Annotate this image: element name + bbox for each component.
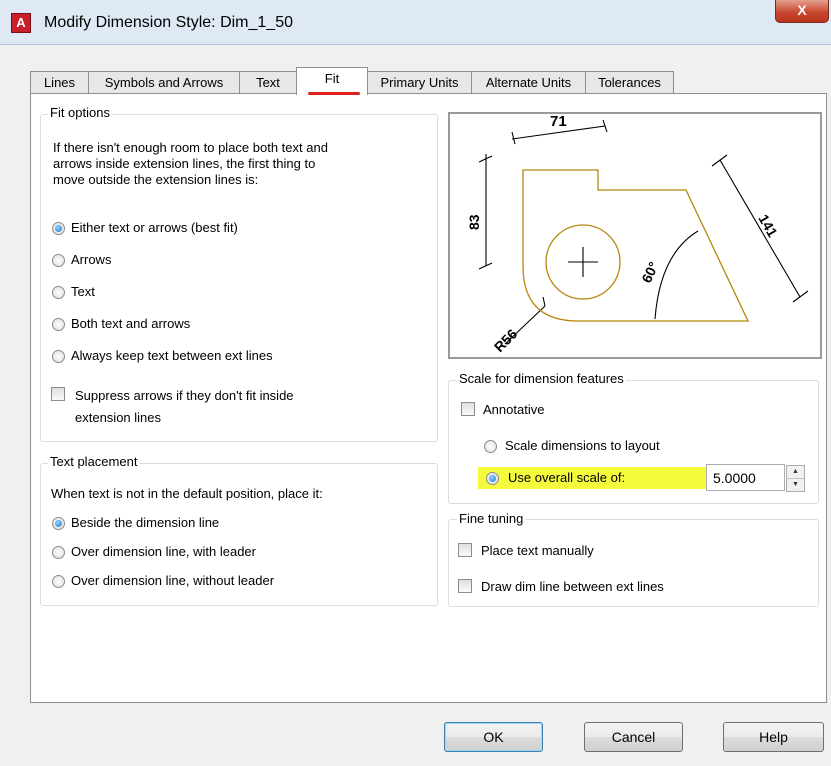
checkbox-draw-dim-line[interactable] xyxy=(458,579,472,593)
overall-scale-spinner[interactable]: ▲ ▼ xyxy=(786,465,805,492)
fit-description-line-1: If there isn't enough room to place both… xyxy=(53,140,328,155)
autocad-app-icon: A xyxy=(11,13,31,33)
preview-drawing: 71 83 141 60° R56 xyxy=(466,114,809,355)
preview-label-right: 141 xyxy=(755,212,781,240)
label-use-overall-scale: Use overall scale of: xyxy=(508,470,626,485)
text-placement-description: When text is not in the default position… xyxy=(51,486,323,501)
cancel-button[interactable]: Cancel xyxy=(584,722,683,752)
close-button[interactable]: X xyxy=(775,0,829,23)
label-arrows: Arrows xyxy=(71,252,112,267)
window-title: Modify Dimension Style: Dim_1_50 xyxy=(44,14,293,31)
radio-best-fit[interactable] xyxy=(52,222,65,235)
radio-both-text-and-arrows[interactable] xyxy=(52,318,65,331)
label-text: Text xyxy=(71,284,95,299)
fit-description-line-3: move outside the extension lines is: xyxy=(53,172,259,187)
radio-beside-dimension-line[interactable] xyxy=(52,517,65,530)
fit-options-title: Fit options xyxy=(48,105,112,120)
preview-shape xyxy=(522,169,750,322)
label-draw-dim-line: Draw dim line between ext lines xyxy=(481,579,664,594)
checkbox-place-text-manually[interactable] xyxy=(458,543,472,557)
help-button[interactable]: Help xyxy=(723,722,824,752)
label-both-text-and-arrows: Both text and arrows xyxy=(71,316,191,331)
label-over-line-without-leader: Over dimension line, without leader xyxy=(71,573,275,588)
label-suppress-arrows-line-2: extension lines xyxy=(75,410,161,425)
label-best-fit: Either text or arrows (best fit) xyxy=(71,220,238,235)
tab-symbols-and-arrows[interactable]: Symbols and Arrows xyxy=(88,71,240,94)
text-placement-title: Text placement xyxy=(48,454,140,469)
spin-up-arrow-icon[interactable]: ▲ xyxy=(787,466,804,479)
tab-primary-units[interactable]: Primary Units xyxy=(367,71,472,94)
radio-over-line-with-leader[interactable] xyxy=(52,546,65,559)
checkbox-annotative[interactable] xyxy=(461,402,475,416)
label-over-line-with-leader: Over dimension line, with leader xyxy=(71,544,256,559)
overall-scale-input[interactable]: 5.0000 xyxy=(706,464,785,491)
preview-label-angle: 60° xyxy=(638,259,661,285)
label-place-text-manually: Place text manually xyxy=(481,543,594,558)
tab-tolerances[interactable]: Tolerances xyxy=(585,71,674,94)
tab-lines[interactable]: Lines xyxy=(30,71,89,94)
radio-scale-to-layout[interactable] xyxy=(484,440,497,453)
fine-tuning-title: Fine tuning xyxy=(457,511,526,526)
tab-fit[interactable]: Fit xyxy=(296,67,368,95)
preview-label-top: 71 xyxy=(550,114,567,130)
preview-label-radius: R56 xyxy=(491,325,521,355)
label-beside-dimension-line: Beside the dimension line xyxy=(71,515,220,530)
ok-button[interactable]: OK xyxy=(444,722,543,752)
annotation-underline xyxy=(308,92,360,95)
radio-use-overall-scale[interactable] xyxy=(486,472,499,485)
dimension-preview: 71 83 141 60° R56 xyxy=(448,112,822,359)
label-suppress-arrows-line-1: Suppress arrows if they don't fit inside xyxy=(75,388,294,403)
preview-label-left: 83 xyxy=(466,214,482,230)
label-annotative: Annotative xyxy=(483,402,545,417)
spin-down-arrow-icon[interactable]: ▼ xyxy=(787,479,804,491)
label-always-keep-text: Always keep text between ext lines xyxy=(71,348,273,363)
tab-text[interactable]: Text xyxy=(239,71,297,94)
radio-arrows[interactable] xyxy=(52,254,65,267)
fit-description-line-2: arrows inside extension lines, the first… xyxy=(53,156,316,171)
radio-always-keep-text[interactable] xyxy=(52,350,65,363)
radio-text[interactable] xyxy=(52,286,65,299)
scale-title: Scale for dimension features xyxy=(457,371,626,386)
checkbox-suppress-arrows[interactable] xyxy=(51,387,65,401)
tab-alternate-units[interactable]: Alternate Units xyxy=(471,71,586,94)
radio-over-line-without-leader[interactable] xyxy=(52,575,65,588)
label-scale-to-layout: Scale dimensions to layout xyxy=(505,438,660,453)
